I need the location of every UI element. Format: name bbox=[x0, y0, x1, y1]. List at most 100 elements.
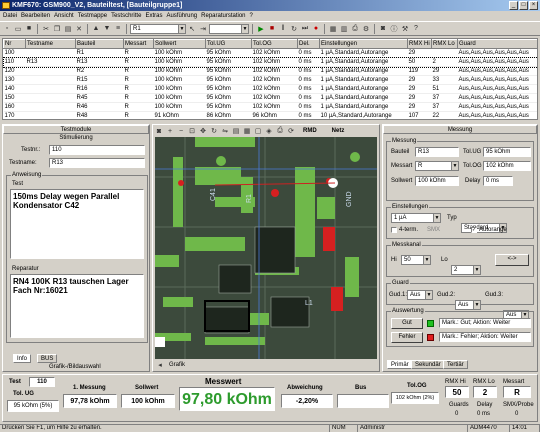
four-term-checkbox[interactable]: 4-term. bbox=[391, 227, 418, 233]
scroll-left-icon[interactable]: ◂ bbox=[155, 360, 165, 370]
good-button[interactable]: Gut bbox=[391, 318, 423, 329]
lo-combo[interactable]: 2 ▼ bbox=[451, 265, 481, 275]
column-header[interactable]: Einstellungen bbox=[319, 39, 408, 49]
new-icon[interactable]: ▫ bbox=[2, 24, 12, 34]
play-icon[interactable]: ▶ bbox=[256, 24, 266, 34]
current-combo[interactable]: 1 µA ▼ bbox=[391, 213, 441, 223]
mode-combo[interactable]: ▼ bbox=[209, 23, 249, 34]
help-icon[interactable]: ? bbox=[411, 24, 421, 34]
menu-extras[interactable]: Extras bbox=[145, 11, 162, 21]
chart-icon[interactable]: ▥ bbox=[339, 24, 349, 34]
gud1-combo[interactable]: Aus ▼ bbox=[407, 290, 433, 300]
table-row[interactable]: 160 R46 R 100 kOhm 95 kOhm 102 kOhm 0 ms 1 µA,S… bbox=[3, 102, 537, 112]
delete-icon[interactable]: ✕ bbox=[74, 24, 84, 34]
menu-help[interactable]: ? bbox=[250, 11, 253, 21]
tab-graphic[interactable]: Grafik bbox=[169, 362, 185, 368]
skip-icon[interactable]: ⏭ bbox=[300, 24, 310, 34]
fail-button[interactable]: Fehler bbox=[391, 332, 423, 343]
open-icon[interactable]: ▭ bbox=[13, 24, 23, 34]
stop-icon[interactable]: ■ bbox=[267, 24, 277, 34]
column-header[interactable]: RMX Lo bbox=[431, 39, 458, 49]
tab-bus[interactable]: BUS bbox=[37, 354, 58, 363]
column-header[interactable]: RMX Hi bbox=[407, 39, 432, 49]
rotate-icon[interactable]: ↻ bbox=[209, 126, 219, 136]
autorange-checkbox[interactable]: ✓ Autorange bbox=[471, 227, 507, 233]
column-header[interactable]: Sollwert bbox=[153, 39, 206, 49]
hi-combo[interactable]: 50 ▼ bbox=[401, 255, 431, 265]
menu-ausfuehrung[interactable]: Ausführung bbox=[166, 11, 197, 21]
table-row[interactable]: 130 R15 R 100 kOhm 95 kOhm 102 kOhm 0 ms 1 µA,S… bbox=[3, 75, 537, 85]
zoom-in-icon[interactable]: + bbox=[165, 126, 175, 136]
column-header[interactable]: Testname bbox=[25, 39, 76, 49]
column-header[interactable]: Tol.OG bbox=[251, 39, 298, 49]
table-row[interactable]: 100 R1 R 100 kOhm 95 kOhm 102 kOhm 0 ms 1 µA,St… bbox=[3, 48, 537, 58]
measure-type-combo[interactable]: R ▼ bbox=[415, 161, 459, 171]
pcb-image[interactable]: C41 R1 GND L1 bbox=[155, 137, 377, 359]
repair-icon[interactable]: ⚒ bbox=[400, 24, 410, 34]
info-icon[interactable]: ⓘ bbox=[389, 24, 399, 34]
close-button[interactable]: × bbox=[529, 1, 538, 10]
marker-icon[interactable]: ◈ bbox=[264, 126, 274, 136]
tolug-field[interactable]: 95 kOhm bbox=[483, 147, 531, 157]
cut-icon[interactable]: ✂ bbox=[41, 24, 51, 34]
refresh-icon[interactable]: ⟳ bbox=[286, 126, 296, 136]
setpoint-field[interactable]: 100 kOhm bbox=[415, 176, 459, 186]
table-row[interactable]: 120 R2 R 100 kOhm 95 kOhm 102 kOhm 0 ms 1 µA,St… bbox=[3, 66, 537, 76]
column-header[interactable]: Messart bbox=[123, 39, 154, 49]
delay-field[interactable]: 0 ms bbox=[483, 176, 513, 186]
test-steps-table[interactable]: Nr Testname Bauteil Messart Sollwert Tol.UG To… bbox=[2, 38, 538, 120]
menu-bearbeiten[interactable]: Bearbeiten bbox=[21, 11, 50, 21]
column-header[interactable]: Tol.UG bbox=[205, 39, 252, 49]
tab-primary[interactable]: Primär bbox=[387, 360, 413, 369]
gud2-combo[interactable]: Aus ▼ bbox=[455, 300, 481, 310]
down-icon[interactable]: ▼ bbox=[102, 24, 112, 34]
column-header[interactable]: Nr bbox=[3, 39, 26, 49]
testnr-field[interactable]: 110 bbox=[49, 145, 145, 155]
record-icon[interactable]: ● bbox=[311, 24, 321, 34]
pause-icon[interactable]: ‖ bbox=[278, 24, 288, 34]
minimize-button[interactable]: _ bbox=[509, 1, 518, 10]
zoom-out-icon[interactable]: − bbox=[176, 126, 186, 136]
list-icon[interactable]: ≡ bbox=[113, 24, 123, 34]
menu-ansicht[interactable]: Ansicht bbox=[54, 11, 74, 21]
testname-field[interactable]: R13 bbox=[49, 158, 145, 168]
pointer-icon[interactable]: ↖ bbox=[187, 24, 197, 34]
test-instruction-text[interactable]: 150ms Delay wegen Parallel Kondensator C… bbox=[10, 189, 144, 259]
select-icon[interactable]: ▢ bbox=[253, 126, 263, 136]
column-header[interactable]: Del. bbox=[297, 39, 320, 49]
up-icon[interactable]: ▲ bbox=[91, 24, 101, 34]
grid-icon[interactable]: ▦ bbox=[242, 126, 252, 136]
tab-secondary[interactable]: Sekundär bbox=[411, 360, 445, 369]
tab-info[interactable]: Info bbox=[13, 354, 32, 363]
camera-icon[interactable]: ◙ bbox=[154, 126, 164, 136]
save-icon[interactable]: ■ bbox=[24, 24, 34, 34]
layer-icon[interactable]: ▤ bbox=[231, 126, 241, 136]
menu-testmappe[interactable]: Testmappe bbox=[78, 11, 107, 21]
table-row[interactable]: 140 R16 R 100 kOhm 95 kOhm 102 kOhm 0 ms 1 µA,S… bbox=[3, 84, 537, 94]
print-icon[interactable]: ⎙ bbox=[350, 24, 360, 34]
paste-icon[interactable]: ▤ bbox=[63, 24, 73, 34]
step-icon[interactable]: ⇥ bbox=[198, 24, 208, 34]
menu-testschritte[interactable]: Testschritte bbox=[111, 11, 141, 21]
component-combo[interactable]: R1 ▼ bbox=[130, 23, 186, 34]
settings-icon[interactable]: ⚙ bbox=[361, 24, 371, 34]
table-row[interactable]: 170 R48 R 91 kOhm 86 kOhm 96 kOhm 0 ms 10 µA,St… bbox=[3, 111, 537, 119]
menu-reparaturstation[interactable]: Reparaturstation bbox=[201, 11, 245, 21]
swap-button[interactable]: <-> bbox=[495, 254, 529, 266]
tolog-field[interactable]: 102 kOhm bbox=[483, 161, 531, 171]
maximize-button[interactable]: □ bbox=[519, 1, 528, 10]
camera-icon[interactable]: ◙ bbox=[378, 24, 388, 34]
repair-instruction-text[interactable]: RN4 100K R13 tauschen Lager Fach Nr:1602… bbox=[10, 274, 144, 338]
fit-icon[interactable]: ⊡ bbox=[187, 126, 197, 136]
column-header[interactable]: Bauteil bbox=[75, 39, 124, 49]
mirror-icon[interactable]: ⇋ bbox=[220, 126, 230, 136]
copy-icon[interactable]: ❐ bbox=[52, 24, 62, 34]
table-row[interactable]: 150 R45 R 100 kOhm 95 kOhm 102 kOhm 0 ms 1 µA,S… bbox=[3, 93, 537, 103]
loop-icon[interactable]: ↻ bbox=[289, 24, 299, 34]
column-header[interactable]: Guard bbox=[457, 39, 537, 49]
tab-tertiary[interactable]: Tertiär bbox=[443, 360, 468, 369]
grid-icon[interactable]: ▦ bbox=[328, 24, 338, 34]
menu-datei[interactable]: Datei bbox=[3, 11, 17, 21]
pan-icon[interactable]: ✥ bbox=[198, 126, 208, 136]
table-row[interactable]: 110 R13 R13 R 100 kOhm 95 kOhm 102 kOhm 0 ms 1 µ… bbox=[3, 56, 537, 68]
